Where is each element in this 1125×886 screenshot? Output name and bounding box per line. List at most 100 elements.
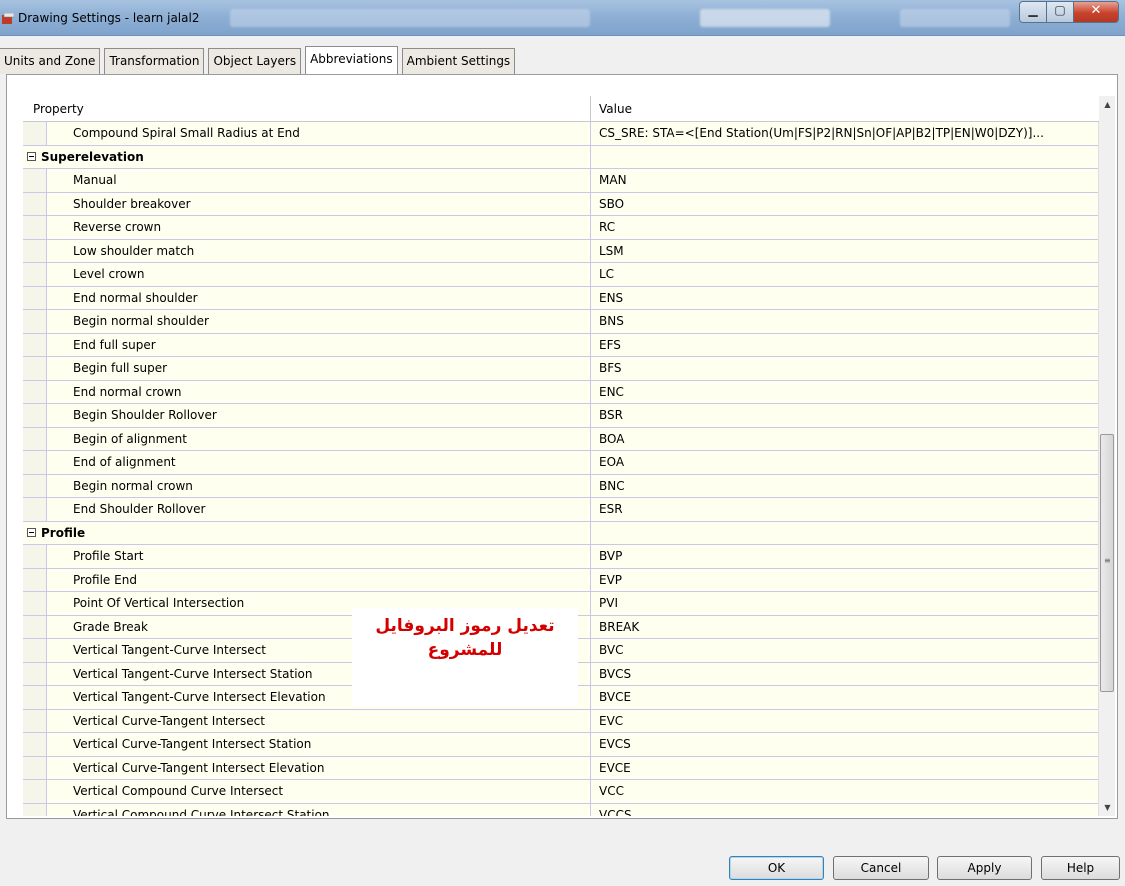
property-text: End full super bbox=[73, 337, 156, 352]
table-row[interactable]: Vertical Compound Curve Intersect Statio… bbox=[23, 803, 1099, 816]
value-cell[interactable]: VCC bbox=[591, 780, 1099, 803]
row-gutter bbox=[23, 239, 47, 262]
help-button[interactable]: Help bbox=[1041, 856, 1120, 880]
value-cell[interactable]: BVC bbox=[591, 639, 1099, 662]
table-row[interactable]: Compound Spiral Small Radius at End CS_SR… bbox=[23, 122, 1099, 146]
table-row[interactable]: Profile Start BVP bbox=[23, 545, 1099, 569]
value-cell[interactable]: PVI bbox=[591, 592, 1099, 615]
property-cell: Begin full super bbox=[47, 357, 591, 380]
scroll-up-icon[interactable]: ▲ bbox=[1099, 96, 1116, 113]
table-row[interactable]: Begin normal crown BNC bbox=[23, 474, 1099, 498]
column-header-property[interactable]: Property bbox=[23, 96, 591, 122]
scroll-down-icon[interactable]: ▼ bbox=[1099, 799, 1116, 816]
collapse-icon[interactable] bbox=[27, 527, 36, 537]
value-cell[interactable]: BVP bbox=[591, 545, 1099, 568]
category-row[interactable]: Profile bbox=[23, 521, 1099, 545]
property-text: Begin of alignment bbox=[73, 431, 187, 446]
value-cell[interactable]: VCCS bbox=[591, 803, 1099, 816]
vertical-scrollbar[interactable]: ▲ ≡ ▼ bbox=[1098, 96, 1115, 816]
apply-button[interactable]: Apply bbox=[937, 856, 1032, 880]
property-cell: Low shoulder match bbox=[47, 239, 591, 262]
value-cell[interactable]: EVC bbox=[591, 709, 1099, 732]
table-row[interactable]: Begin normal shoulder BNS bbox=[23, 310, 1099, 334]
value-cell[interactable]: ENC bbox=[591, 380, 1099, 403]
annotation-line-1: تعديل رموز البروفايل bbox=[375, 616, 555, 636]
table-row[interactable]: Begin full super BFS bbox=[23, 357, 1099, 381]
column-header-value[interactable]: Value bbox=[591, 96, 1099, 122]
value-cell[interactable]: BNS bbox=[591, 310, 1099, 333]
close-button[interactable]: ✕ bbox=[1074, 2, 1118, 22]
value-cell bbox=[591, 145, 1099, 168]
value-cell[interactable]: BOA bbox=[591, 427, 1099, 450]
maximize-button[interactable]: ▢ bbox=[1047, 2, 1074, 22]
table-row[interactable]: Vertical Curve-Tangent Intersect Station… bbox=[23, 733, 1099, 757]
property-text: Manual bbox=[73, 173, 117, 187]
table-row[interactable]: Shoulder breakover SBO bbox=[23, 192, 1099, 216]
property-text: Vertical Tangent-Curve Intersect Station bbox=[73, 666, 313, 681]
table-row[interactable]: End of alignment EOA bbox=[23, 451, 1099, 475]
property-text: Grade Break bbox=[73, 619, 148, 634]
value-cell[interactable]: LC bbox=[591, 263, 1099, 286]
table-row[interactable]: Begin of alignment BOA bbox=[23, 427, 1099, 451]
value-cell[interactable]: BNC bbox=[591, 474, 1099, 497]
value-cell[interactable]: EVCS bbox=[591, 733, 1099, 756]
minimize-button[interactable]: ▁ bbox=[1020, 2, 1047, 22]
value-cell[interactable]: EVCE bbox=[591, 756, 1099, 779]
category-row[interactable]: Superelevation bbox=[23, 145, 1099, 169]
table-row[interactable]: Vertical Compound Curve Intersect VCC bbox=[23, 780, 1099, 804]
value-cell[interactable]: BVCE bbox=[591, 686, 1099, 709]
tab-ambient-settings[interactable]: Ambient Settings bbox=[401, 48, 516, 74]
property-text: Begin normal shoulder bbox=[73, 314, 209, 328]
property-text: Profile Start bbox=[73, 549, 144, 563]
value-cell[interactable]: ESR bbox=[591, 498, 1099, 521]
category-label: Profile bbox=[23, 521, 591, 544]
table-row[interactable]: Begin Shoulder Rollover BSR bbox=[23, 404, 1099, 428]
value-cell[interactable]: BVCS bbox=[591, 662, 1099, 685]
value-cell[interactable]: MAN bbox=[591, 169, 1099, 192]
table-row[interactable]: Reverse crown RC bbox=[23, 216, 1099, 240]
table-row[interactable]: Profile End EVP bbox=[23, 568, 1099, 592]
value-cell[interactable]: ENS bbox=[591, 286, 1099, 309]
value-cell[interactable]: RC bbox=[591, 216, 1099, 239]
row-gutter bbox=[23, 404, 47, 427]
app-icon bbox=[2, 13, 14, 24]
value-cell[interactable]: LSM bbox=[591, 239, 1099, 262]
property-text: Low shoulder match bbox=[73, 243, 195, 258]
row-gutter bbox=[23, 122, 47, 145]
table-row[interactable]: Manual MAN bbox=[23, 169, 1099, 193]
table-row[interactable]: End normal shoulder ENS bbox=[23, 286, 1099, 310]
row-gutter bbox=[23, 474, 47, 497]
value-cell[interactable]: EVP bbox=[591, 568, 1099, 591]
property-text: Begin full super bbox=[73, 361, 168, 375]
table-row[interactable]: Vertical Curve-Tangent Intersect EVC bbox=[23, 709, 1099, 733]
value-cell[interactable]: BREAK bbox=[591, 615, 1099, 638]
collapse-icon[interactable] bbox=[27, 151, 36, 161]
value-cell[interactable]: EFS bbox=[591, 333, 1099, 356]
tab-object-layers[interactable]: Object Layers bbox=[208, 48, 302, 74]
table-row[interactable]: End normal crown ENC bbox=[23, 380, 1099, 404]
annotation-line-2: للمشروع bbox=[427, 640, 503, 660]
tab-units-and-zone[interactable]: Units and Zone bbox=[0, 48, 101, 74]
property-cell: Manual bbox=[47, 169, 591, 192]
property-text: Vertical Curve-Tangent Intersect Station bbox=[73, 737, 312, 751]
cancel-button[interactable]: Cancel bbox=[833, 856, 929, 880]
row-gutter bbox=[23, 662, 47, 685]
table-row[interactable]: End Shoulder Rollover ESR bbox=[23, 498, 1099, 522]
tab-transformation[interactable]: Transformation bbox=[104, 48, 205, 74]
value-cell[interactable]: BSR bbox=[591, 404, 1099, 427]
table-row[interactable]: End full super EFS bbox=[23, 333, 1099, 357]
table-row[interactable]: Level crown LC bbox=[23, 263, 1099, 287]
ok-button[interactable]: OK bbox=[729, 856, 824, 880]
value-cell[interactable]: CS_SRE: STA=<[End Station(Um|FS|P2|RN|Sn… bbox=[591, 122, 1099, 145]
row-gutter bbox=[23, 733, 47, 756]
scrollbar-thumb[interactable]: ≡ bbox=[1100, 434, 1114, 692]
value-cell[interactable]: BFS bbox=[591, 357, 1099, 380]
value-cell[interactable]: EOA bbox=[591, 451, 1099, 474]
property-text: Profile End bbox=[73, 572, 137, 587]
property-text: Vertical Tangent-Curve Intersect bbox=[73, 643, 266, 657]
table-row[interactable]: Vertical Curve-Tangent Intersect Elevati… bbox=[23, 756, 1099, 780]
property-text: End of alignment bbox=[73, 455, 176, 469]
tab-abbreviations[interactable]: Abbreviations bbox=[305, 46, 398, 74]
value-cell[interactable]: SBO bbox=[591, 192, 1099, 215]
table-row[interactable]: Low shoulder match LSM bbox=[23, 239, 1099, 263]
